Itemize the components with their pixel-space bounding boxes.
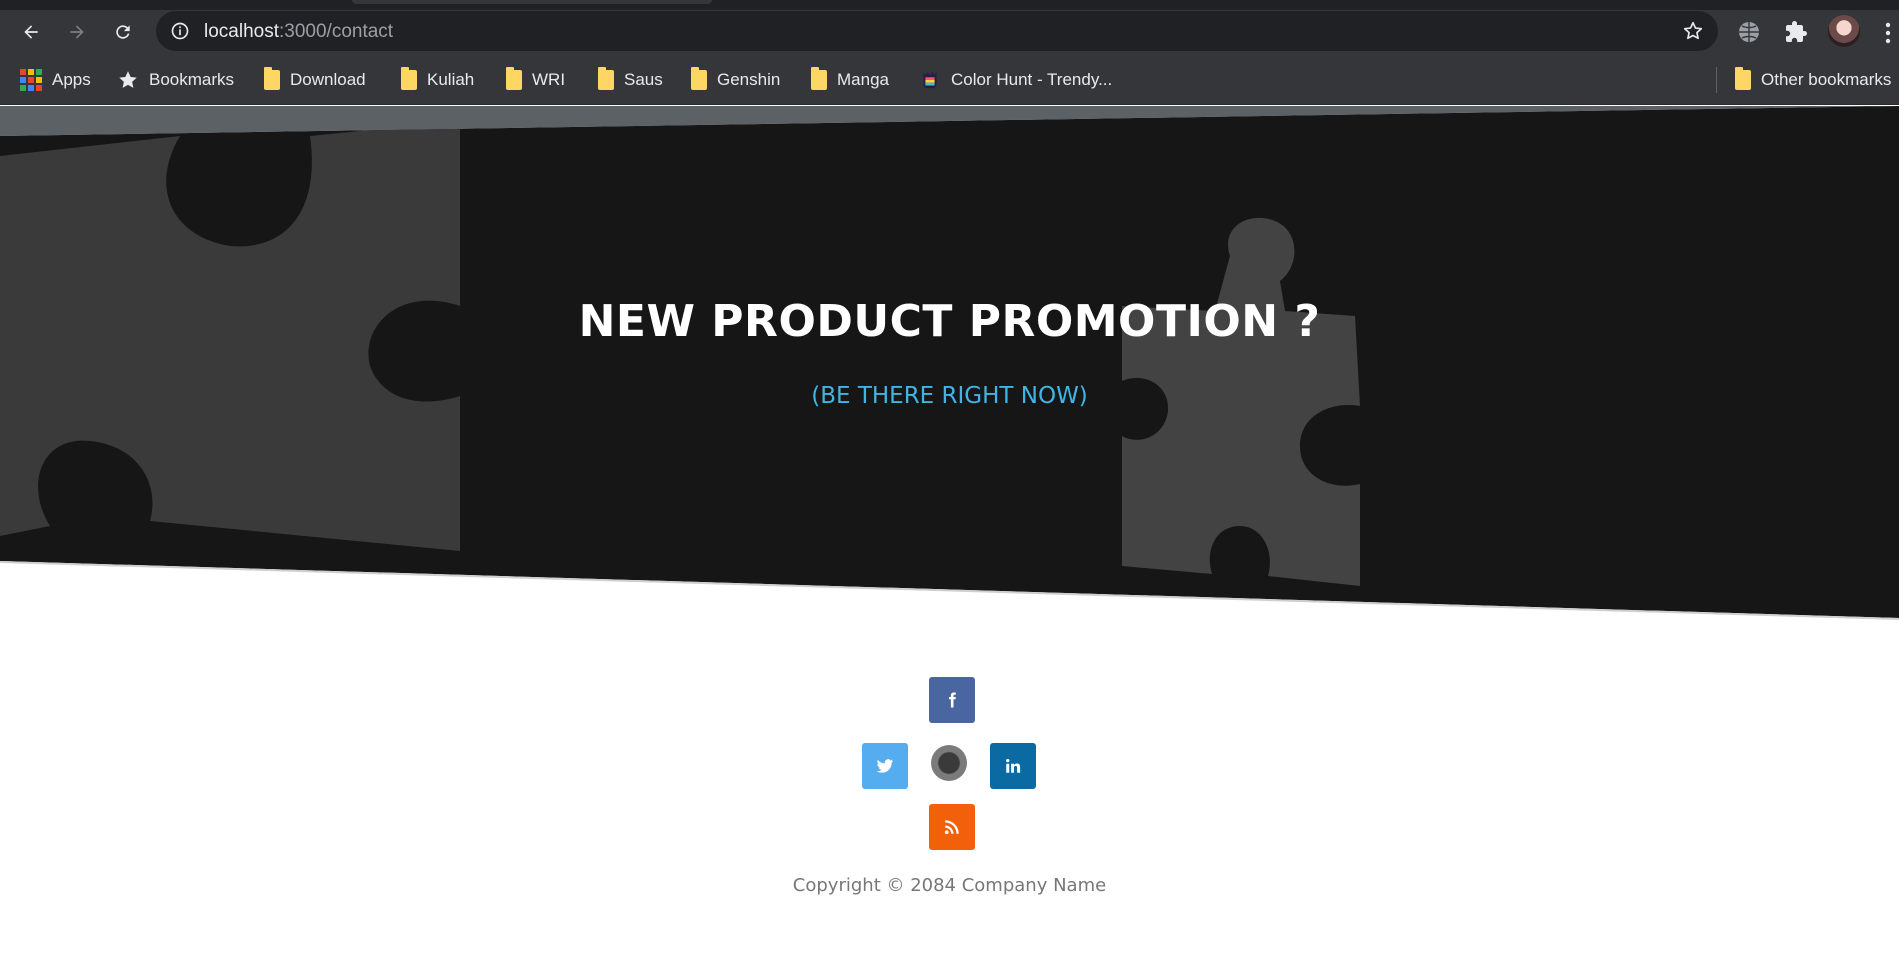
bookmark-label: Manga	[837, 70, 889, 89]
bookmark-label: Apps	[52, 70, 91, 89]
folder-icon	[598, 67, 614, 90]
rss-button[interactable]	[929, 804, 975, 850]
bookmarks-divider	[1716, 67, 1717, 93]
reload-icon	[116, 25, 130, 39]
folder-icon	[1735, 67, 1751, 90]
other-bookmarks-label: Other bookmarks	[1761, 70, 1892, 89]
bookmark-label: WRI	[532, 70, 566, 89]
bookmark-apps[interactable]: Apps	[20, 67, 91, 93]
bookmark-manga[interactable]: Manga	[811, 67, 889, 93]
bookmark-download[interactable]: Download	[264, 67, 366, 93]
bookmark-genshin[interactable]: Genshin	[691, 67, 780, 93]
reload-button[interactable]	[105, 14, 141, 50]
url-text[interactable]: localhost:3000/contact	[204, 21, 393, 43]
bookmark-label: Bookmarks	[149, 70, 235, 89]
globe-icon	[1739, 22, 1759, 42]
puzzle-background-graphic	[0, 121, 1360, 586]
folder-icon	[811, 67, 827, 90]
bookmark-bookmarks[interactable]: Bookmarks	[117, 67, 234, 93]
globe-extension-button[interactable]	[1735, 18, 1763, 46]
active-tab[interactable]	[352, 0, 712, 4]
bookmark-label: Kuliah	[427, 70, 475, 89]
twitter-icon	[876, 759, 894, 773]
bookmark-saus[interactable]: Saus	[598, 67, 663, 93]
folder-icon	[264, 67, 280, 90]
loading-spinner	[931, 745, 967, 781]
bookmarks-bar: Apps Bookmarks Download Kuliah WRI Saus …	[0, 55, 1899, 105]
copyright-text: Copyright © 2084 Company Name	[792, 875, 1107, 896]
promotion-subtitle: (BE THERE RIGHT NOW)	[811, 383, 1088, 409]
url-host: localhost	[204, 21, 279, 42]
extensions-button[interactable]	[1782, 18, 1810, 46]
twitter-button[interactable]	[862, 743, 908, 789]
arrow-right-icon	[70, 25, 84, 39]
arrow-left-icon	[24, 25, 38, 39]
page-viewport: NEW PRODUCT PROMOTION ? (BE THERE RIGHT …	[0, 106, 1899, 977]
bookmark-star-icon[interactable]	[1682, 20, 1704, 42]
apps-grid-icon	[20, 69, 42, 91]
folder-icon	[691, 67, 707, 90]
info-icon[interactable]	[170, 21, 190, 41]
star-icon	[119, 71, 137, 88]
linkedin-icon	[1006, 758, 1021, 773]
bookmark-color-hunt[interactable]: Color Hunt - Trendy...	[919, 67, 1112, 93]
more-menu-icon[interactable]	[1885, 22, 1891, 44]
promotion-banner: NEW PRODUCT PROMOTION ? (BE THERE RIGHT …	[0, 106, 1899, 618]
promotion-title: NEW PRODUCT PROMOTION ?	[578, 296, 1321, 347]
rss-icon	[944, 820, 959, 835]
bookmark-label: Genshin	[717, 70, 781, 89]
tab-strip	[0, 0, 1899, 10]
url-path: :3000/contact	[279, 21, 394, 42]
bookmark-kuliah[interactable]: Kuliah	[401, 67, 474, 93]
other-bookmarks[interactable]: Other bookmarks	[1735, 67, 1891, 93]
facebook-icon	[949, 692, 956, 708]
bookmark-label: Color Hunt - Trendy...	[951, 70, 1113, 89]
linkedin-button[interactable]	[990, 743, 1036, 789]
folder-icon	[506, 67, 522, 90]
puzzle-piece-icon	[1786, 21, 1807, 42]
address-bar[interactable]: localhost:3000/contact	[156, 11, 1718, 51]
forward-button[interactable]	[59, 14, 95, 50]
browser-toolbar: localhost:3000/contact	[0, 10, 1899, 55]
bookmark-wri[interactable]: WRI	[506, 67, 565, 93]
folder-icon	[401, 67, 417, 90]
color-hunt-icon	[923, 71, 937, 89]
back-button[interactable]	[13, 14, 49, 50]
bookmark-label: Download	[290, 70, 366, 89]
facebook-button[interactable]	[929, 677, 975, 723]
profile-avatar[interactable]	[1828, 15, 1860, 47]
bookmark-label: Saus	[624, 70, 663, 89]
